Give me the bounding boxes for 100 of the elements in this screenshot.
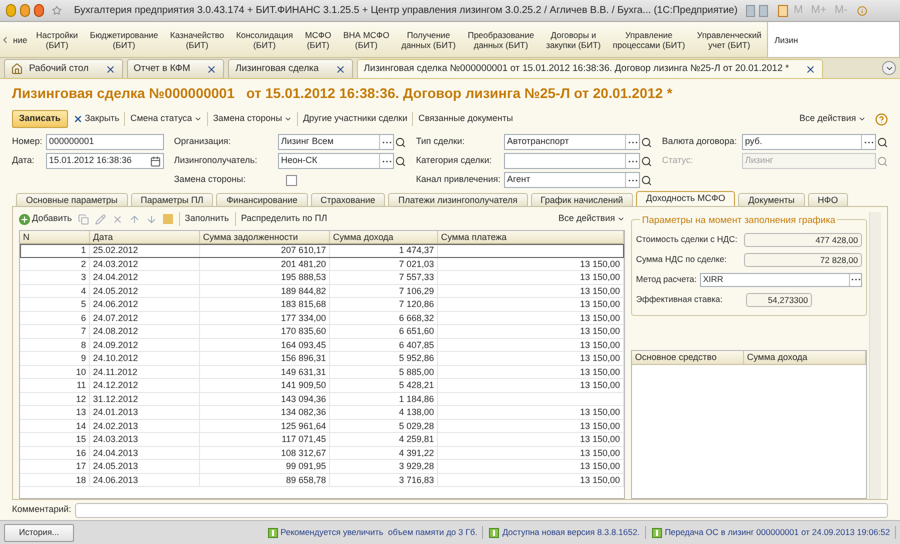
search-icon[interactable] xyxy=(395,156,406,166)
search-icon[interactable] xyxy=(641,174,652,186)
section-tab[interactable]: ВНА МСФО (БИТ) xyxy=(337,22,396,57)
column-header[interactable]: Сумма платежа xyxy=(438,231,624,243)
tab[interactable]: Страхование xyxy=(310,193,386,206)
column-header[interactable]: Сумма задолженности xyxy=(200,231,330,243)
table-row[interactable]: 15 24.03.2013 117 071,45 4 259,81 13 150,00 xyxy=(20,433,624,446)
more-icon[interactable] xyxy=(382,160,392,162)
all-actions-button[interactable]: Все действия xyxy=(799,112,866,126)
table-row[interactable]: 16 24.04.2013 108 312,67 4 391,22 13 150,00 xyxy=(20,446,624,460)
tab[interactable]: НФО xyxy=(808,193,848,206)
table-row[interactable]: 9 24.10.2012 156 896,31 5 952,86 13 150,00 xyxy=(20,352,624,366)
close-button[interactable]: Закрыть xyxy=(72,112,120,126)
input-field[interactable]: Неон-СК xyxy=(278,153,394,169)
close-icon[interactable] xyxy=(206,64,218,74)
tabs-menu-icon[interactable] xyxy=(882,61,896,75)
close-icon[interactable] xyxy=(804,64,816,74)
input-field[interactable]: Агент xyxy=(504,172,640,188)
all-actions-button[interactable]: Все действия xyxy=(558,212,625,226)
column-header[interactable]: N xyxy=(20,231,90,243)
table-row[interactable]: 8 24.09.2012 164 093,45 6 407,85 13 150,00 xyxy=(20,338,624,352)
search-icon[interactable] xyxy=(641,156,652,166)
table-row[interactable]: 4 24.05.2012 189 844,82 7 106,29 13 150,00 xyxy=(20,284,624,298)
history-button[interactable]: История... xyxy=(4,524,74,542)
window-tab[interactable]: Лизинговая сделка №000000001 от 15.01.2012 16:38:36. Договор лизинга №25-Л от 20.01.2012 * xyxy=(356,59,823,78)
table-row[interactable]: 2 24.03.2012 201 481,20 7 021,03 13 150,00 xyxy=(20,258,624,271)
input-field[interactable]: XIRR xyxy=(700,272,862,286)
close-icon[interactable] xyxy=(334,64,346,74)
table-row[interactable]: 7 24.08.2012 170 835,60 6 651,60 13 150,00 xyxy=(20,325,624,338)
column-header[interactable]: Сумма дохода xyxy=(330,231,438,243)
status-message[interactable]: Доступна новая версия 8.3.8.1652. xyxy=(502,526,640,539)
distribute-button[interactable]: Распределить по ПЛ xyxy=(234,212,328,226)
toolbar-button[interactable]: Другие участники сделки xyxy=(297,112,408,126)
table-row[interactable]: 3 24.04.2012 195 888,53 7 557,33 13 150,00 xyxy=(20,271,624,284)
search-icon[interactable] xyxy=(877,136,888,148)
table-row[interactable]: 18 24.06.2013 89 658,78 3 716,83 13 150,00 xyxy=(20,474,624,487)
close-icon[interactable] xyxy=(104,64,116,74)
more-icon[interactable] xyxy=(850,278,860,281)
input-field[interactable]: руб. xyxy=(742,134,876,150)
section-tab[interactable]: Управление процессами (БИТ) xyxy=(606,22,692,57)
column-header[interactable]: Основное средство xyxy=(632,351,744,364)
section-tab[interactable]: Казначейство (БИТ) xyxy=(164,22,230,57)
add-button[interactable]: Добавить xyxy=(19,212,72,226)
info-icon[interactable] xyxy=(857,4,868,18)
tab[interactable]: График начислений xyxy=(530,193,634,206)
comment-field[interactable] xyxy=(75,502,888,518)
tab[interactable]: Финансирование xyxy=(216,193,308,206)
section-tab[interactable]: Консолидация (БИТ) xyxy=(230,22,299,57)
input-field[interactable]: 000000001 xyxy=(46,134,164,150)
column-header[interactable]: Дата xyxy=(90,231,200,243)
section-tab[interactable]: Преобразование данных (БИТ) xyxy=(462,22,540,57)
input-field[interactable]: Автотранспорт xyxy=(504,134,640,150)
table-row[interactable]: 5 24.06.2012 183 815,68 7 120,86 13 150,00 xyxy=(20,298,624,312)
more-icon[interactable] xyxy=(628,160,638,162)
tab[interactable]: Параметры ПЛ xyxy=(130,193,214,206)
more-icon[interactable] xyxy=(382,140,392,144)
section-tab[interactable]: Управленческий учет (БИТ) xyxy=(691,22,768,57)
save-button[interactable]: Записать xyxy=(12,110,68,128)
checkbox[interactable] xyxy=(286,174,297,186)
tab[interactable]: Документы xyxy=(738,193,805,206)
fill-button[interactable]: Заполнить xyxy=(178,212,229,226)
section-tab[interactable]: Лизин xyxy=(767,22,900,57)
more-icon[interactable] xyxy=(628,140,638,144)
more-icon[interactable] xyxy=(628,178,638,182)
table-row[interactable]: 11 24.12.2012 141 909,50 5 428,21 13 150,00 xyxy=(20,379,624,392)
status-message[interactable]: Передача ОС в лизинг 000000001 от 24.09.2013 19:06:52 xyxy=(664,526,890,539)
section-tab[interactable]: Получение данных (БИТ) xyxy=(395,22,462,57)
section-tab[interactable]: ние xyxy=(10,22,30,57)
menu-button[interactable]: Смена статуса xyxy=(124,112,202,126)
search-icon[interactable] xyxy=(395,136,406,148)
section-tab[interactable]: Бюджетирование (БИТ) xyxy=(84,22,164,57)
tab[interactable]: Платежи лизингополучателя xyxy=(388,193,528,206)
help-icon[interactable] xyxy=(875,112,888,126)
scrollbar[interactable] xyxy=(869,212,881,499)
search-icon[interactable] xyxy=(641,136,652,148)
table-row[interactable]: 1 25.02.2012 207 610,17 1 474,37 xyxy=(20,244,624,258)
column-header[interactable]: Сумма дохода xyxy=(744,351,866,364)
star-icon[interactable] xyxy=(52,4,62,17)
table-row[interactable]: 6 24.07.2012 177 334,00 6 668,32 13 150,00 xyxy=(20,312,624,325)
window-menu-icon[interactable] xyxy=(34,4,44,17)
section-tab[interactable]: Договоры и закупки (БИТ) xyxy=(540,22,607,57)
section-tab[interactable]: Настройки (БИТ) xyxy=(30,22,84,57)
input-field[interactable]: 15.01.2012 16:38:36 xyxy=(46,153,164,169)
menu-button[interactable]: Замена стороны xyxy=(206,112,292,126)
table-row[interactable]: 14 24.02.2013 125 961,64 5 029,28 13 150,00 xyxy=(20,420,624,433)
section-tab[interactable]: МСФО (БИТ) xyxy=(298,22,338,57)
tab[interactable]: Основные параметры xyxy=(16,193,128,206)
status-message[interactable]: Рекомендуется увеличить объем памяти до 3 Гб. xyxy=(280,526,478,539)
window-tab[interactable]: Рабочий стол xyxy=(4,59,123,78)
table-row[interactable]: 12 31.12.2012 143 094,36 1 184,86 xyxy=(20,392,624,406)
input-field[interactable] xyxy=(504,153,640,169)
toolbar-button[interactable]: Связанные документы xyxy=(412,112,513,126)
window-tab[interactable]: Отчет в КФМ xyxy=(126,59,224,78)
more-icon[interactable] xyxy=(864,140,874,144)
tab[interactable]: Доходность МСФО xyxy=(636,191,736,206)
table-row[interactable]: 10 24.11.2012 149 631,31 5 885,00 13 150,00 xyxy=(20,366,624,379)
table-row[interactable]: 17 24.05.2013 99 091,95 3 929,28 13 150,00 xyxy=(20,460,624,474)
window-tab[interactable]: Лизинговая сделка xyxy=(228,59,353,78)
input-field[interactable]: Лизинг Всем xyxy=(278,134,394,150)
minimize-icon[interactable] xyxy=(20,4,30,17)
